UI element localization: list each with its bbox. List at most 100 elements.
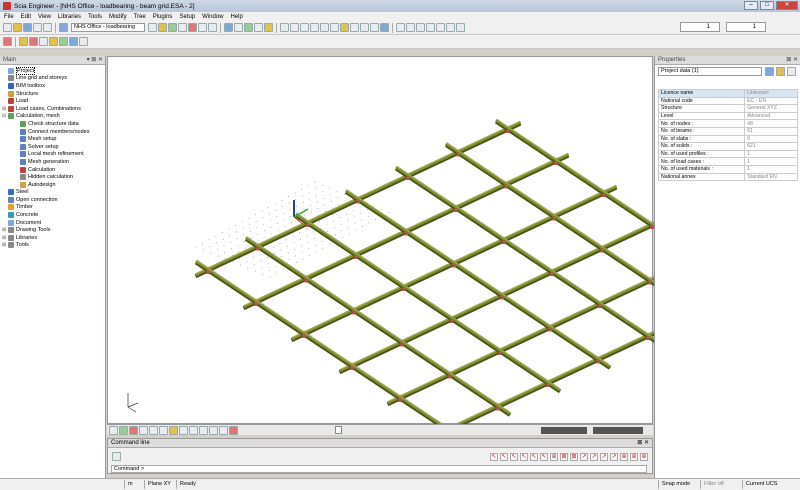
property-row[interactable]: No. of nodes :48 xyxy=(657,119,798,128)
save-icon[interactable] xyxy=(23,23,32,32)
command-input[interactable]: Command > xyxy=(111,465,647,473)
snap-tool-icon[interactable]: ⊕ xyxy=(640,453,648,461)
check-icon[interactable] xyxy=(59,37,68,46)
ortho-toggle-icon[interactable] xyxy=(209,425,218,435)
node-support[interactable] xyxy=(354,255,358,259)
property-value[interactable]: Standard EN xyxy=(744,172,798,182)
tree-item[interactable]: BIM toolbox xyxy=(2,82,105,90)
snap-tool-icon[interactable]: ↖ xyxy=(490,453,498,461)
menu-view[interactable]: View xyxy=(38,14,51,20)
snap-tool-icon[interactable]: ⊠ xyxy=(570,453,578,461)
grid-icon[interactable] xyxy=(244,23,253,32)
property-row[interactable]: No. of load cases :1 xyxy=(657,157,798,166)
beam-grid-model[interactable] xyxy=(194,118,762,441)
pencil-icon[interactable] xyxy=(264,23,273,32)
horizontal-scrollbar-thumb[interactable] xyxy=(335,426,342,434)
snap-tool-icon[interactable]: ↗ xyxy=(580,453,588,461)
status-filter[interactable]: Filter off xyxy=(700,480,724,489)
tree-item[interactable]: Calculation xyxy=(2,166,105,174)
property-row[interactable]: Level Advanced xyxy=(657,111,798,121)
project-icon[interactable] xyxy=(59,23,68,32)
tree-item[interactable]: ⊞ Load cases, Combinations xyxy=(2,105,105,113)
star-icon[interactable] xyxy=(29,37,38,46)
render-icon[interactable] xyxy=(234,23,243,32)
node-support[interactable] xyxy=(550,272,554,276)
tree-item[interactable]: Concrete xyxy=(2,211,105,219)
grid-toggle-icon[interactable] xyxy=(179,425,188,435)
node-support[interactable] xyxy=(454,208,458,212)
menu-tree[interactable]: Tree xyxy=(134,14,146,20)
node-support[interactable] xyxy=(402,287,406,291)
project-select[interactable]: NHS Office - loadbearing xyxy=(71,23,145,32)
property-row[interactable]: National annex Standard EN xyxy=(657,172,798,182)
property-value[interactable]: 1 xyxy=(744,164,798,174)
wireframe-icon[interactable] xyxy=(396,23,405,32)
3d-viewport[interactable] xyxy=(107,56,762,441)
tree-item[interactable]: Connect members/nodes xyxy=(2,128,105,136)
properties-selector[interactable]: Project data (1) xyxy=(658,67,762,76)
view-x-icon[interactable] xyxy=(350,23,359,32)
command-history-icon[interactable] xyxy=(112,452,121,461)
settings-icon[interactable] xyxy=(436,23,445,32)
maximize-button[interactable]: □ xyxy=(760,1,774,10)
layer-icon[interactable] xyxy=(168,23,177,32)
menu-file[interactable]: File xyxy=(4,14,14,20)
node-support[interactable] xyxy=(502,240,506,244)
new-file-icon[interactable] xyxy=(3,23,12,32)
menu-plugins[interactable]: Plugins xyxy=(153,14,173,20)
property-value[interactable]: 1 xyxy=(744,149,798,159)
node-support[interactable] xyxy=(352,310,356,315)
spin-input-2[interactable]: 1 xyxy=(726,22,766,32)
view-tab-2[interactable] xyxy=(593,427,643,434)
beam[interactable] xyxy=(434,280,762,439)
node-support[interactable] xyxy=(648,280,652,285)
rotate-icon[interactable] xyxy=(330,23,339,32)
select-object-icon[interactable] xyxy=(765,67,774,76)
copy-icon[interactable] xyxy=(198,23,207,32)
node-support[interactable] xyxy=(448,374,452,379)
node-support[interactable] xyxy=(506,129,510,133)
tree-item[interactable]: Local mesh refinement xyxy=(2,151,105,159)
property-row[interactable]: Structure General XYZ xyxy=(657,104,798,113)
color-toggle-icon[interactable] xyxy=(169,425,178,435)
zoom-in-icon[interactable] xyxy=(290,23,299,32)
node-support[interactable] xyxy=(400,342,404,347)
tree-item[interactable]: ⊞ Tools xyxy=(2,242,105,250)
minimize-button[interactable]: – xyxy=(744,1,758,10)
status-snap-mode[interactable]: Snap mode xyxy=(658,480,690,489)
property-row[interactable]: National code EC - EN xyxy=(657,96,798,106)
node-support[interactable] xyxy=(554,161,558,165)
node-support[interactable] xyxy=(602,193,606,197)
view-z-icon[interactable] xyxy=(370,23,379,32)
print-icon[interactable] xyxy=(456,23,465,32)
node-support[interactable] xyxy=(496,406,500,411)
folder-icon[interactable] xyxy=(158,23,167,32)
property-value[interactable]: General XYZ xyxy=(744,104,798,113)
display-icon[interactable] xyxy=(129,425,138,435)
stop-icon[interactable] xyxy=(229,425,238,435)
node-support[interactable] xyxy=(206,270,210,274)
node-support[interactable] xyxy=(546,383,550,387)
filter-property-icon[interactable] xyxy=(776,67,785,76)
tree-item[interactable]: ⊞ Drawing Tools xyxy=(2,226,105,234)
command-line-controls[interactable]: ⊠ ✕ xyxy=(637,439,649,447)
node-support[interactable] xyxy=(302,334,306,338)
zoom-all-icon[interactable] xyxy=(280,23,289,32)
node-support[interactable] xyxy=(404,231,408,236)
undo-icon[interactable] xyxy=(33,23,42,32)
node-support[interactable] xyxy=(450,319,454,323)
property-row[interactable]: No. of slabs :0 xyxy=(657,134,798,144)
document-icon[interactable] xyxy=(39,37,48,46)
property-value[interactable]: 621 xyxy=(744,142,798,151)
filter-icon[interactable] xyxy=(446,23,455,32)
view-y-icon[interactable] xyxy=(360,23,369,32)
select-icon[interactable] xyxy=(148,23,157,32)
open-file-icon[interactable] xyxy=(13,23,22,32)
edit-property-icon[interactable] xyxy=(787,67,796,76)
beam[interactable] xyxy=(386,248,714,407)
snap-tool-icon[interactable]: ⊠ xyxy=(560,453,568,461)
beam[interactable] xyxy=(344,189,612,370)
tree-item[interactable]: Autodesign xyxy=(2,181,105,189)
node-support[interactable] xyxy=(646,336,650,340)
menu-libraries[interactable]: Libraries xyxy=(58,14,81,20)
